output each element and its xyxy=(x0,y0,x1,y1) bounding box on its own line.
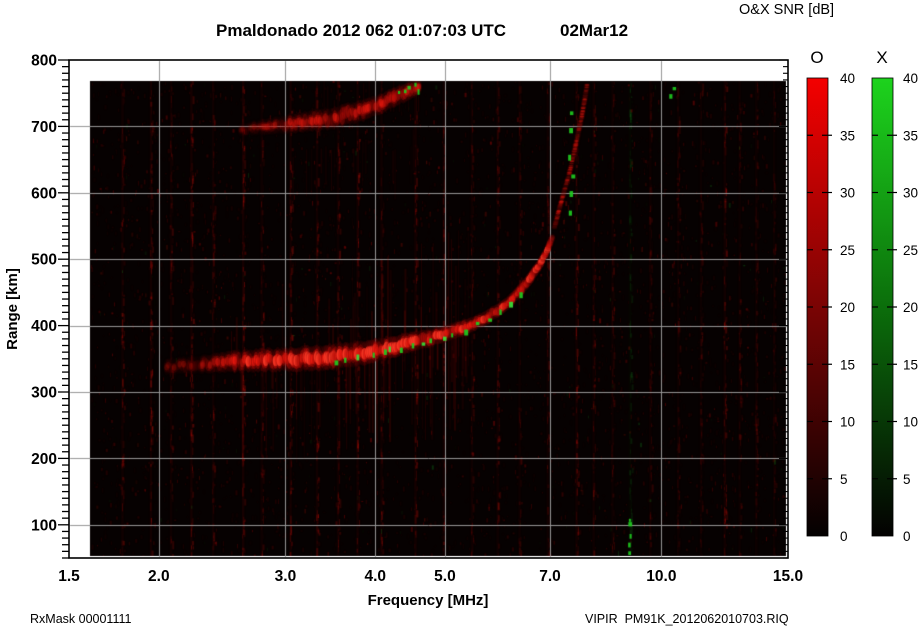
x-tick-label: 2.0 xyxy=(148,568,170,585)
ionogram-page: 800 700 600 500 400 300 200 100 1.5 2.0 3.0 4.0 5.0… xyxy=(0,0,922,636)
data-file-label: VIPIR PM91K_2012062010703.RIQ xyxy=(585,612,789,626)
plot-frame xyxy=(68,59,789,559)
snr-colorbars: O X 40 35 30 25 20 15 10 5 0 40 35 30 25 20 15 10 5 0 xyxy=(806,48,918,544)
colorbar-tick-label: 20 xyxy=(903,300,918,315)
x-axis-title: Frequency [MHz] xyxy=(368,592,489,609)
x-tick-label: 15.0 xyxy=(773,568,803,585)
y-tick-label: 800 xyxy=(31,53,57,70)
colorbar-tick-label: 35 xyxy=(903,128,918,143)
y-tick-label: 600 xyxy=(31,185,57,202)
colorbar-tick-label: 40 xyxy=(840,71,855,86)
colorbar-tick-label: 30 xyxy=(840,186,855,201)
colorbar-tick-label: 25 xyxy=(840,243,855,258)
x-tick-label: 3.0 xyxy=(275,568,297,585)
title-station-datetime: Pmaldonado 2012 062 01:07:03 UTC xyxy=(216,21,507,40)
y-axis-tick-labels: 800 700 600 500 400 300 200 100 xyxy=(31,53,57,535)
y-tick-label: 300 xyxy=(31,385,57,402)
ionogram-axes-overlay: 800700600500400300200100 1.5 2.0 3.0 4.0 5.0… xyxy=(4,48,918,609)
colorbar-tick-label: 30 xyxy=(903,186,918,201)
x-tick-label: 4.0 xyxy=(364,568,386,585)
y-tick-label: 500 xyxy=(31,252,57,269)
colorbar-tick-label: 0 xyxy=(840,529,848,544)
x-tick-label: 1.5 xyxy=(58,568,80,585)
x-tick-label: 5.0 xyxy=(434,568,456,585)
o-colorbar-label: O xyxy=(810,48,823,67)
colorbar-tick-label: 15 xyxy=(903,357,918,372)
x-axis-tick-labels: 1.5 2.0 3.0 4.0 5.0 7.0 10.0 15.0 xyxy=(58,568,803,585)
colorbar-title: O&X SNR [dB] xyxy=(739,2,835,18)
colorbar-tick-label: 5 xyxy=(903,472,911,487)
colorbar-tick-label: 15 xyxy=(840,357,855,372)
x-tick-label: 7.0 xyxy=(539,568,561,585)
plot-title: Pmaldonado 2012 062 01:07:03 UTC 02Mar12 xyxy=(0,21,922,43)
colorbar-tick-label: 20 xyxy=(840,300,855,315)
y-axis-title: Range [km] xyxy=(4,268,21,350)
x-colorbar-label: X xyxy=(876,48,887,67)
colorbar-tick-label: 40 xyxy=(903,71,918,86)
colorbar-tick-label: 0 xyxy=(903,529,911,544)
y-tick-label: 400 xyxy=(31,318,57,335)
colorbar-tick-label: 5 xyxy=(840,472,848,487)
x-tick-label: 10.0 xyxy=(646,568,676,585)
colorbar-tick-label: 25 xyxy=(903,243,918,258)
colorbar-tick-label: 10 xyxy=(903,415,918,430)
rxmask-label: RxMask 00001111 xyxy=(30,612,132,626)
colorbar-tick-label: 35 xyxy=(840,128,855,143)
colorbar-tick-label: 10 xyxy=(840,415,855,430)
axis-ticks xyxy=(58,59,788,559)
y-tick-label: 700 xyxy=(31,119,57,136)
y-tick-label: 200 xyxy=(31,451,57,468)
y-tick-label: 100 xyxy=(31,517,57,534)
title-date: 02Mar12 xyxy=(560,21,629,40)
